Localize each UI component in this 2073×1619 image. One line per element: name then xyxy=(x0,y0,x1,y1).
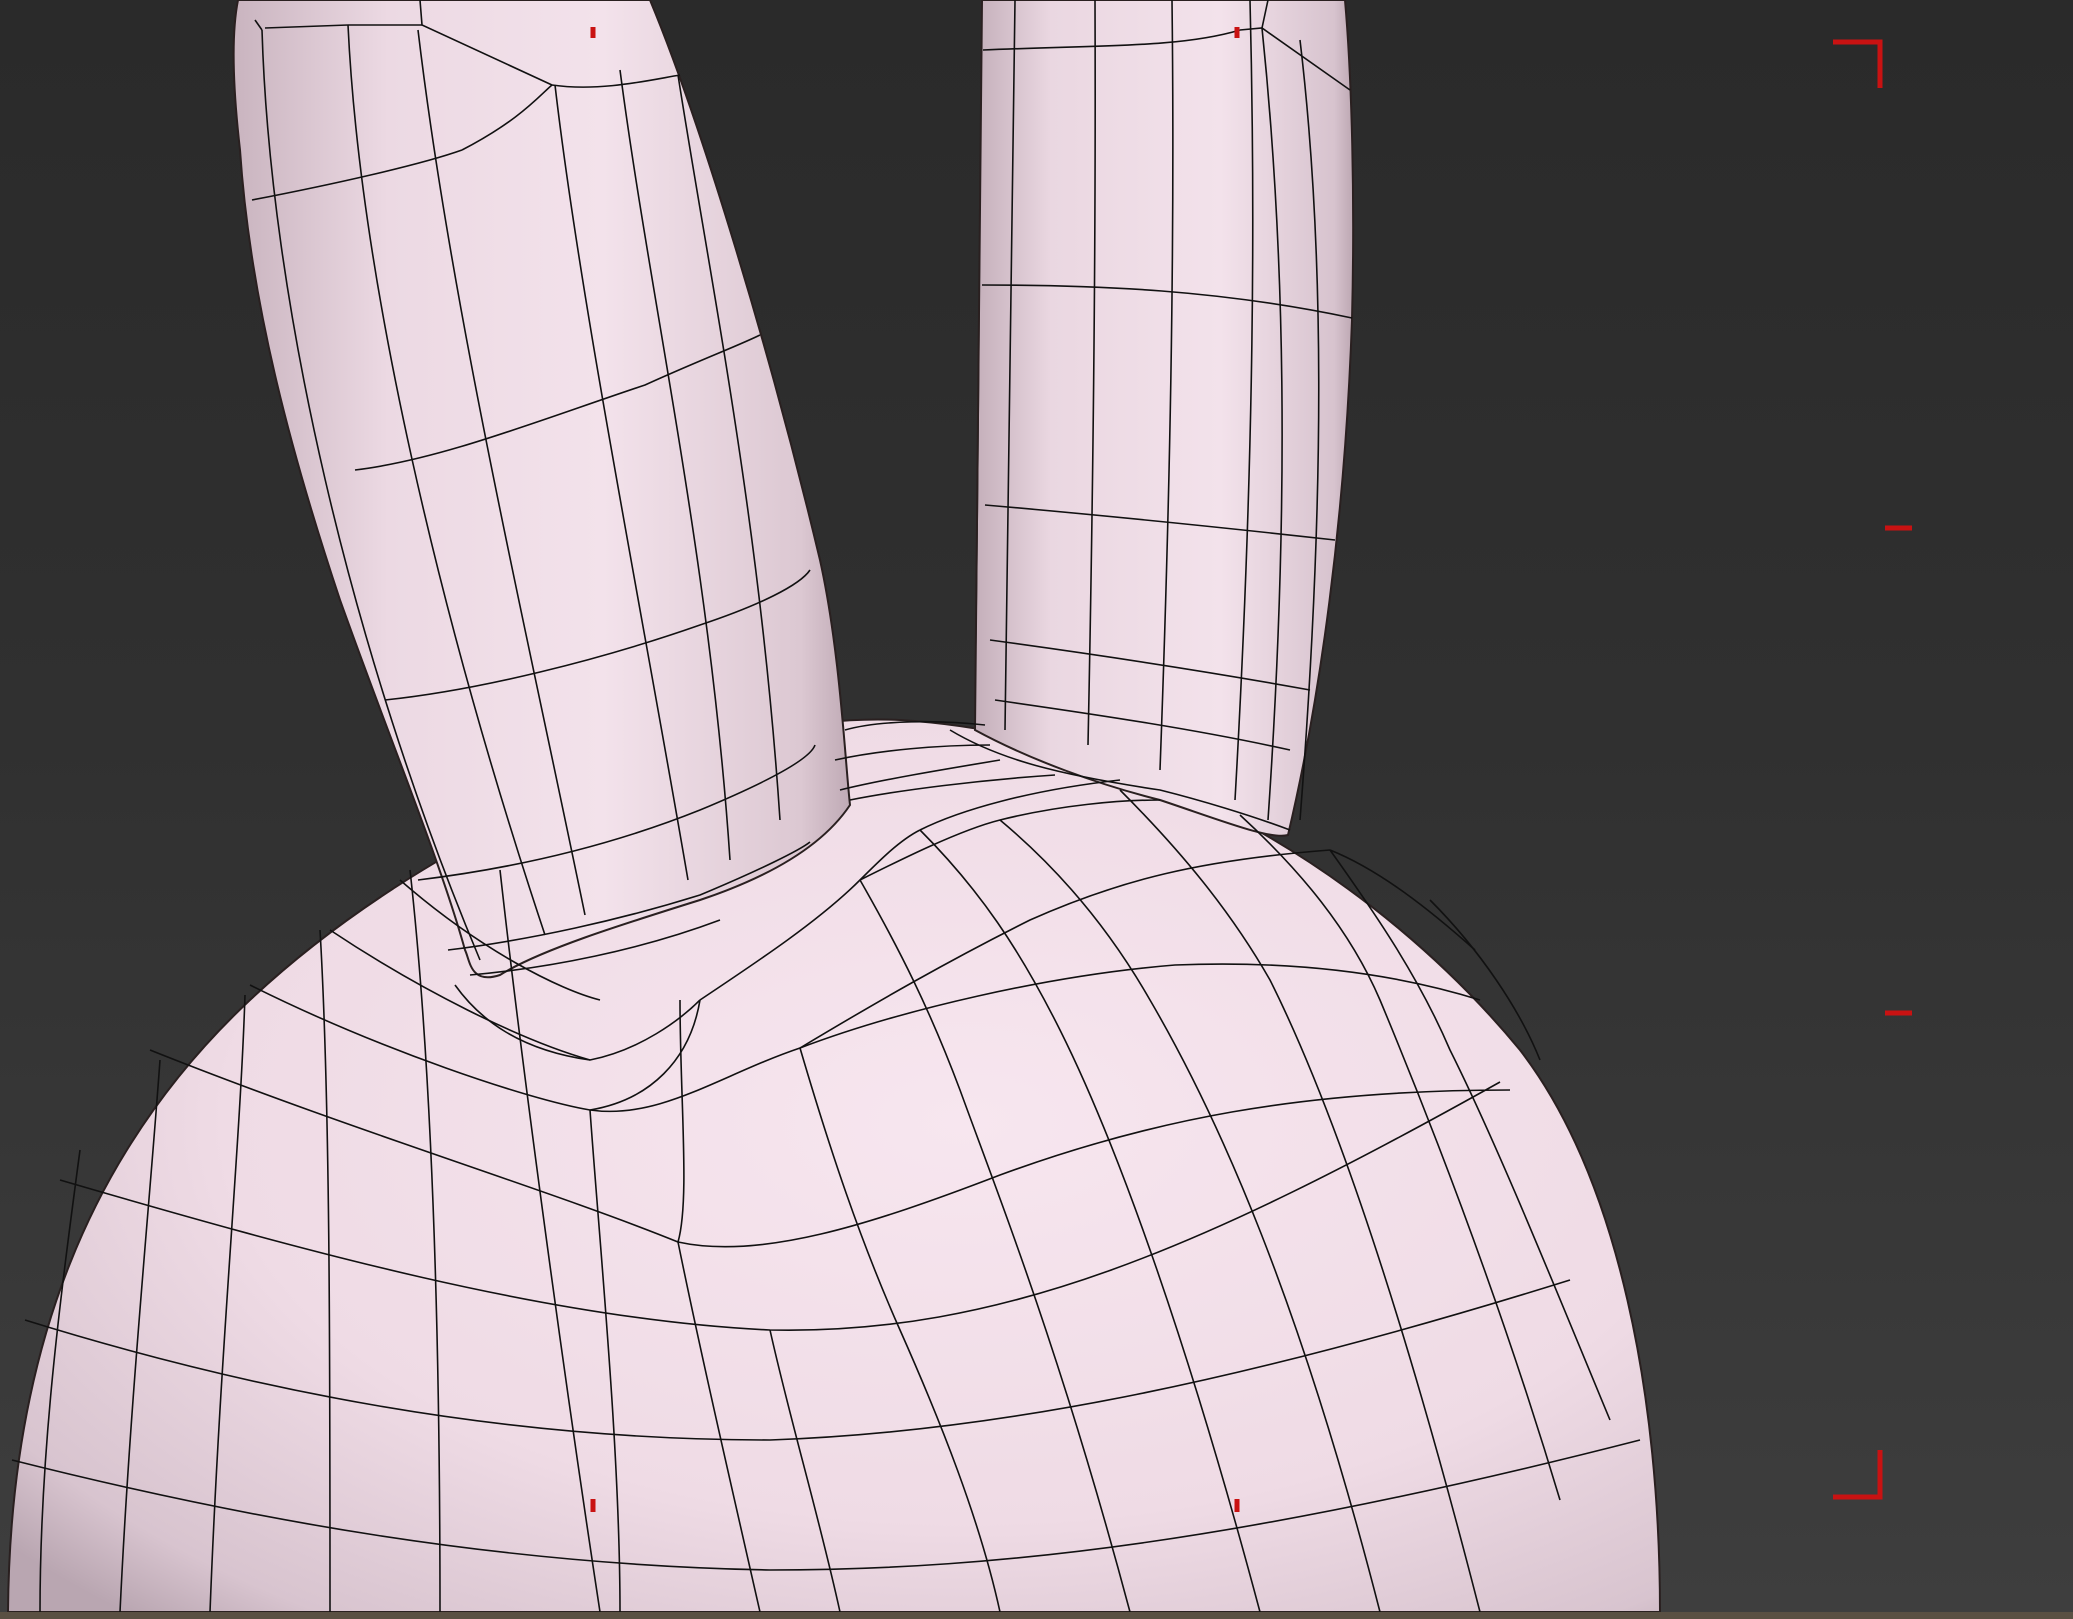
3d-viewport[interactable] xyxy=(0,0,2073,1619)
bunny-left-ear[interactable] xyxy=(232,0,852,979)
bunny-right-ear[interactable] xyxy=(973,0,1355,837)
viewport-canvas[interactable] xyxy=(0,0,2073,1619)
bunny-head[interactable] xyxy=(6,718,1662,1613)
safe-frame-markers xyxy=(1833,39,1912,1500)
corner-bracket-icon xyxy=(1833,1450,1883,1500)
viewport-bottom-border xyxy=(0,1612,2073,1619)
corner-bracket-icon xyxy=(1833,39,1883,88)
